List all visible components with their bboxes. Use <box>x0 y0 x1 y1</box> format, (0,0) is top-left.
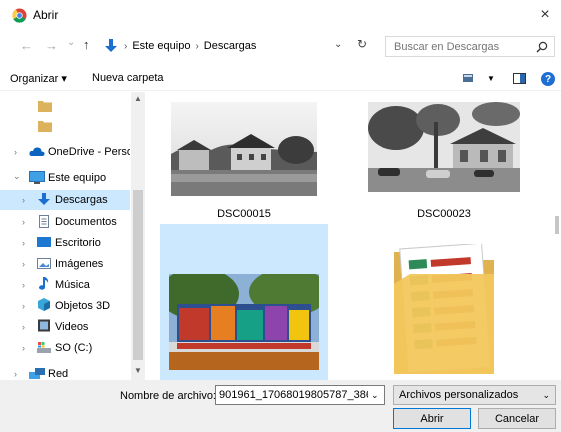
chevron-right-icon[interactable]: › <box>22 238 25 248</box>
open-button[interactable]: Abrir <box>393 408 471 429</box>
chevron-right-icon[interactable]: › <box>22 280 25 290</box>
sidebar-item-so-c[interactable]: › SO (C:) <box>0 338 130 358</box>
chevron-down-icon[interactable]: ⌄ <box>13 171 21 182</box>
breadcrumb-descargas[interactable]: Descargas <box>204 40 257 52</box>
file-list-scrollbar[interactable] <box>554 92 561 380</box>
photo-thumbnail <box>169 274 319 370</box>
search-input[interactable] <box>394 40 534 53</box>
forward-button[interactable]: → <box>45 38 58 53</box>
sidebar-item-musica[interactable]: › Música <box>0 275 130 295</box>
sidebar-item-documentos[interactable]: › Documentos <box>0 212 130 232</box>
file-type-value: Archivos personalizados <box>399 389 519 401</box>
filename-input[interactable] <box>215 385 385 405</box>
file-item-dsc00015[interactable]: DSC00015 <box>160 92 328 230</box>
sidebar-item-pinned-2[interactable] <box>0 116 130 136</box>
document-icon <box>39 215 49 228</box>
sidebar-item-descargas[interactable]: › Descargas <box>0 190 130 210</box>
organize-menu[interactable]: Organizar ▾ <box>10 72 67 85</box>
sidebar-item-pinned-1[interactable] <box>0 96 130 116</box>
view-options-caret-icon[interactable]: ▼ <box>487 74 495 83</box>
sidebar-item-objetos-3d[interactable]: › Objetos 3D <box>0 296 130 316</box>
navigation-pane: › OneDrive - Person ⌄ Este equipo › Desc… <box>0 92 145 380</box>
help-icon[interactable]: ? <box>541 72 555 86</box>
chevron-right-icon[interactable]: › <box>22 343 25 353</box>
video-icon <box>38 319 50 332</box>
chevron-right-icon[interactable]: › <box>14 369 17 379</box>
sidebar-item-este-equipo[interactable]: ⌄ Este equipo <box>0 168 130 188</box>
file-name: DSC00015 <box>217 208 271 220</box>
cancel-button[interactable]: Cancelar <box>478 408 556 429</box>
sidebar-item-escritorio[interactable]: › Escritorio <box>0 233 130 253</box>
scroll-down-icon[interactable]: ▼ <box>134 366 142 375</box>
recent-locations-button[interactable]: ⌄ <box>67 37 75 48</box>
file-item-dsc00023[interactable]: DSC00023 <box>360 92 528 230</box>
scrollbar-thumb[interactable] <box>555 216 559 234</box>
download-icon <box>105 39 117 52</box>
back-button[interactable]: ← <box>20 38 33 53</box>
search-box[interactable] <box>385 36 555 57</box>
file-item-mural[interactable] <box>160 224 328 380</box>
folder-icon <box>394 244 494 374</box>
folder-icon <box>38 101 52 112</box>
file-list: DSC00015 DSC00023 <box>150 92 548 380</box>
sidebar-item-videos[interactable]: › Videos <box>0 317 130 337</box>
computer-icon <box>29 171 45 184</box>
chevron-right-icon[interactable]: › <box>22 301 25 311</box>
sidebar-item-onedrive[interactable]: › OneDrive - Person <box>0 142 130 162</box>
scroll-up-icon[interactable]: ▲ <box>134 94 142 103</box>
desktop-icon <box>37 237 51 247</box>
chevron-right-icon[interactable]: › <box>22 217 25 227</box>
chevron-right-icon[interactable]: › <box>14 147 17 157</box>
breadcrumb-separator: › <box>195 40 199 52</box>
network-icon <box>29 368 45 379</box>
bottom-bar: Nombre de archivo: ⌄ Archivos personaliz… <box>0 380 561 432</box>
up-button[interactable]: ↑ <box>83 37 90 52</box>
refresh-button[interactable]: ↻ <box>357 37 367 51</box>
chevron-right-icon[interactable]: › <box>22 195 25 205</box>
view-options-icon[interactable] <box>463 74 473 82</box>
folder-icon <box>38 121 52 132</box>
cloud-icon <box>29 147 45 156</box>
chevron-right-icon[interactable]: › <box>22 259 25 269</box>
new-folder-button[interactable]: Nueva carpeta <box>92 72 164 84</box>
address-dropdown-button[interactable]: ⌄ <box>334 39 342 50</box>
filename-dropdown-icon[interactable]: ⌄ <box>371 390 379 401</box>
window-title: Abrir <box>33 8 59 22</box>
photo-thumbnail <box>171 102 317 196</box>
music-icon <box>39 277 49 290</box>
file-name: DSC00023 <box>417 208 471 220</box>
search-icon[interactable] <box>536 41 548 53</box>
file-type-select[interactable]: Archivos personalizados ⌄ <box>393 385 556 405</box>
scrollbar-thumb[interactable] <box>133 190 143 360</box>
drive-icon <box>37 342 51 353</box>
photo-thumbnail <box>368 102 520 192</box>
preview-pane-icon[interactable] <box>513 73 526 84</box>
title-bar: Abrir × <box>0 0 561 30</box>
file-item-folder[interactable] <box>360 224 528 380</box>
chrome-icon <box>12 8 27 23</box>
close-button[interactable]: × <box>529 0 561 30</box>
navigation-pane-scrollbar[interactable]: ▲ ▼ <box>131 92 145 380</box>
breadcrumb-este-equipo[interactable]: Este equipo <box>132 40 190 52</box>
breadcrumb-separator: › <box>124 40 128 52</box>
cube-icon <box>38 298 50 311</box>
sidebar-item-red[interactable]: › Red <box>0 364 130 380</box>
chevron-right-icon[interactable]: › <box>22 322 25 332</box>
download-icon <box>38 193 50 205</box>
chevron-down-icon: ⌄ <box>542 390 550 400</box>
address-row: ← → ⌄ ↑ › Este equipo › Descargas ⌄ ↻ <box>0 30 561 62</box>
toolbar: Organizar ▾ Nueva carpeta ▼ ? <box>0 65 561 91</box>
sidebar-item-imagenes[interactable]: › Imágenes <box>0 254 130 274</box>
pictures-icon <box>37 258 51 269</box>
filename-label: Nombre de archivo: <box>120 390 216 402</box>
